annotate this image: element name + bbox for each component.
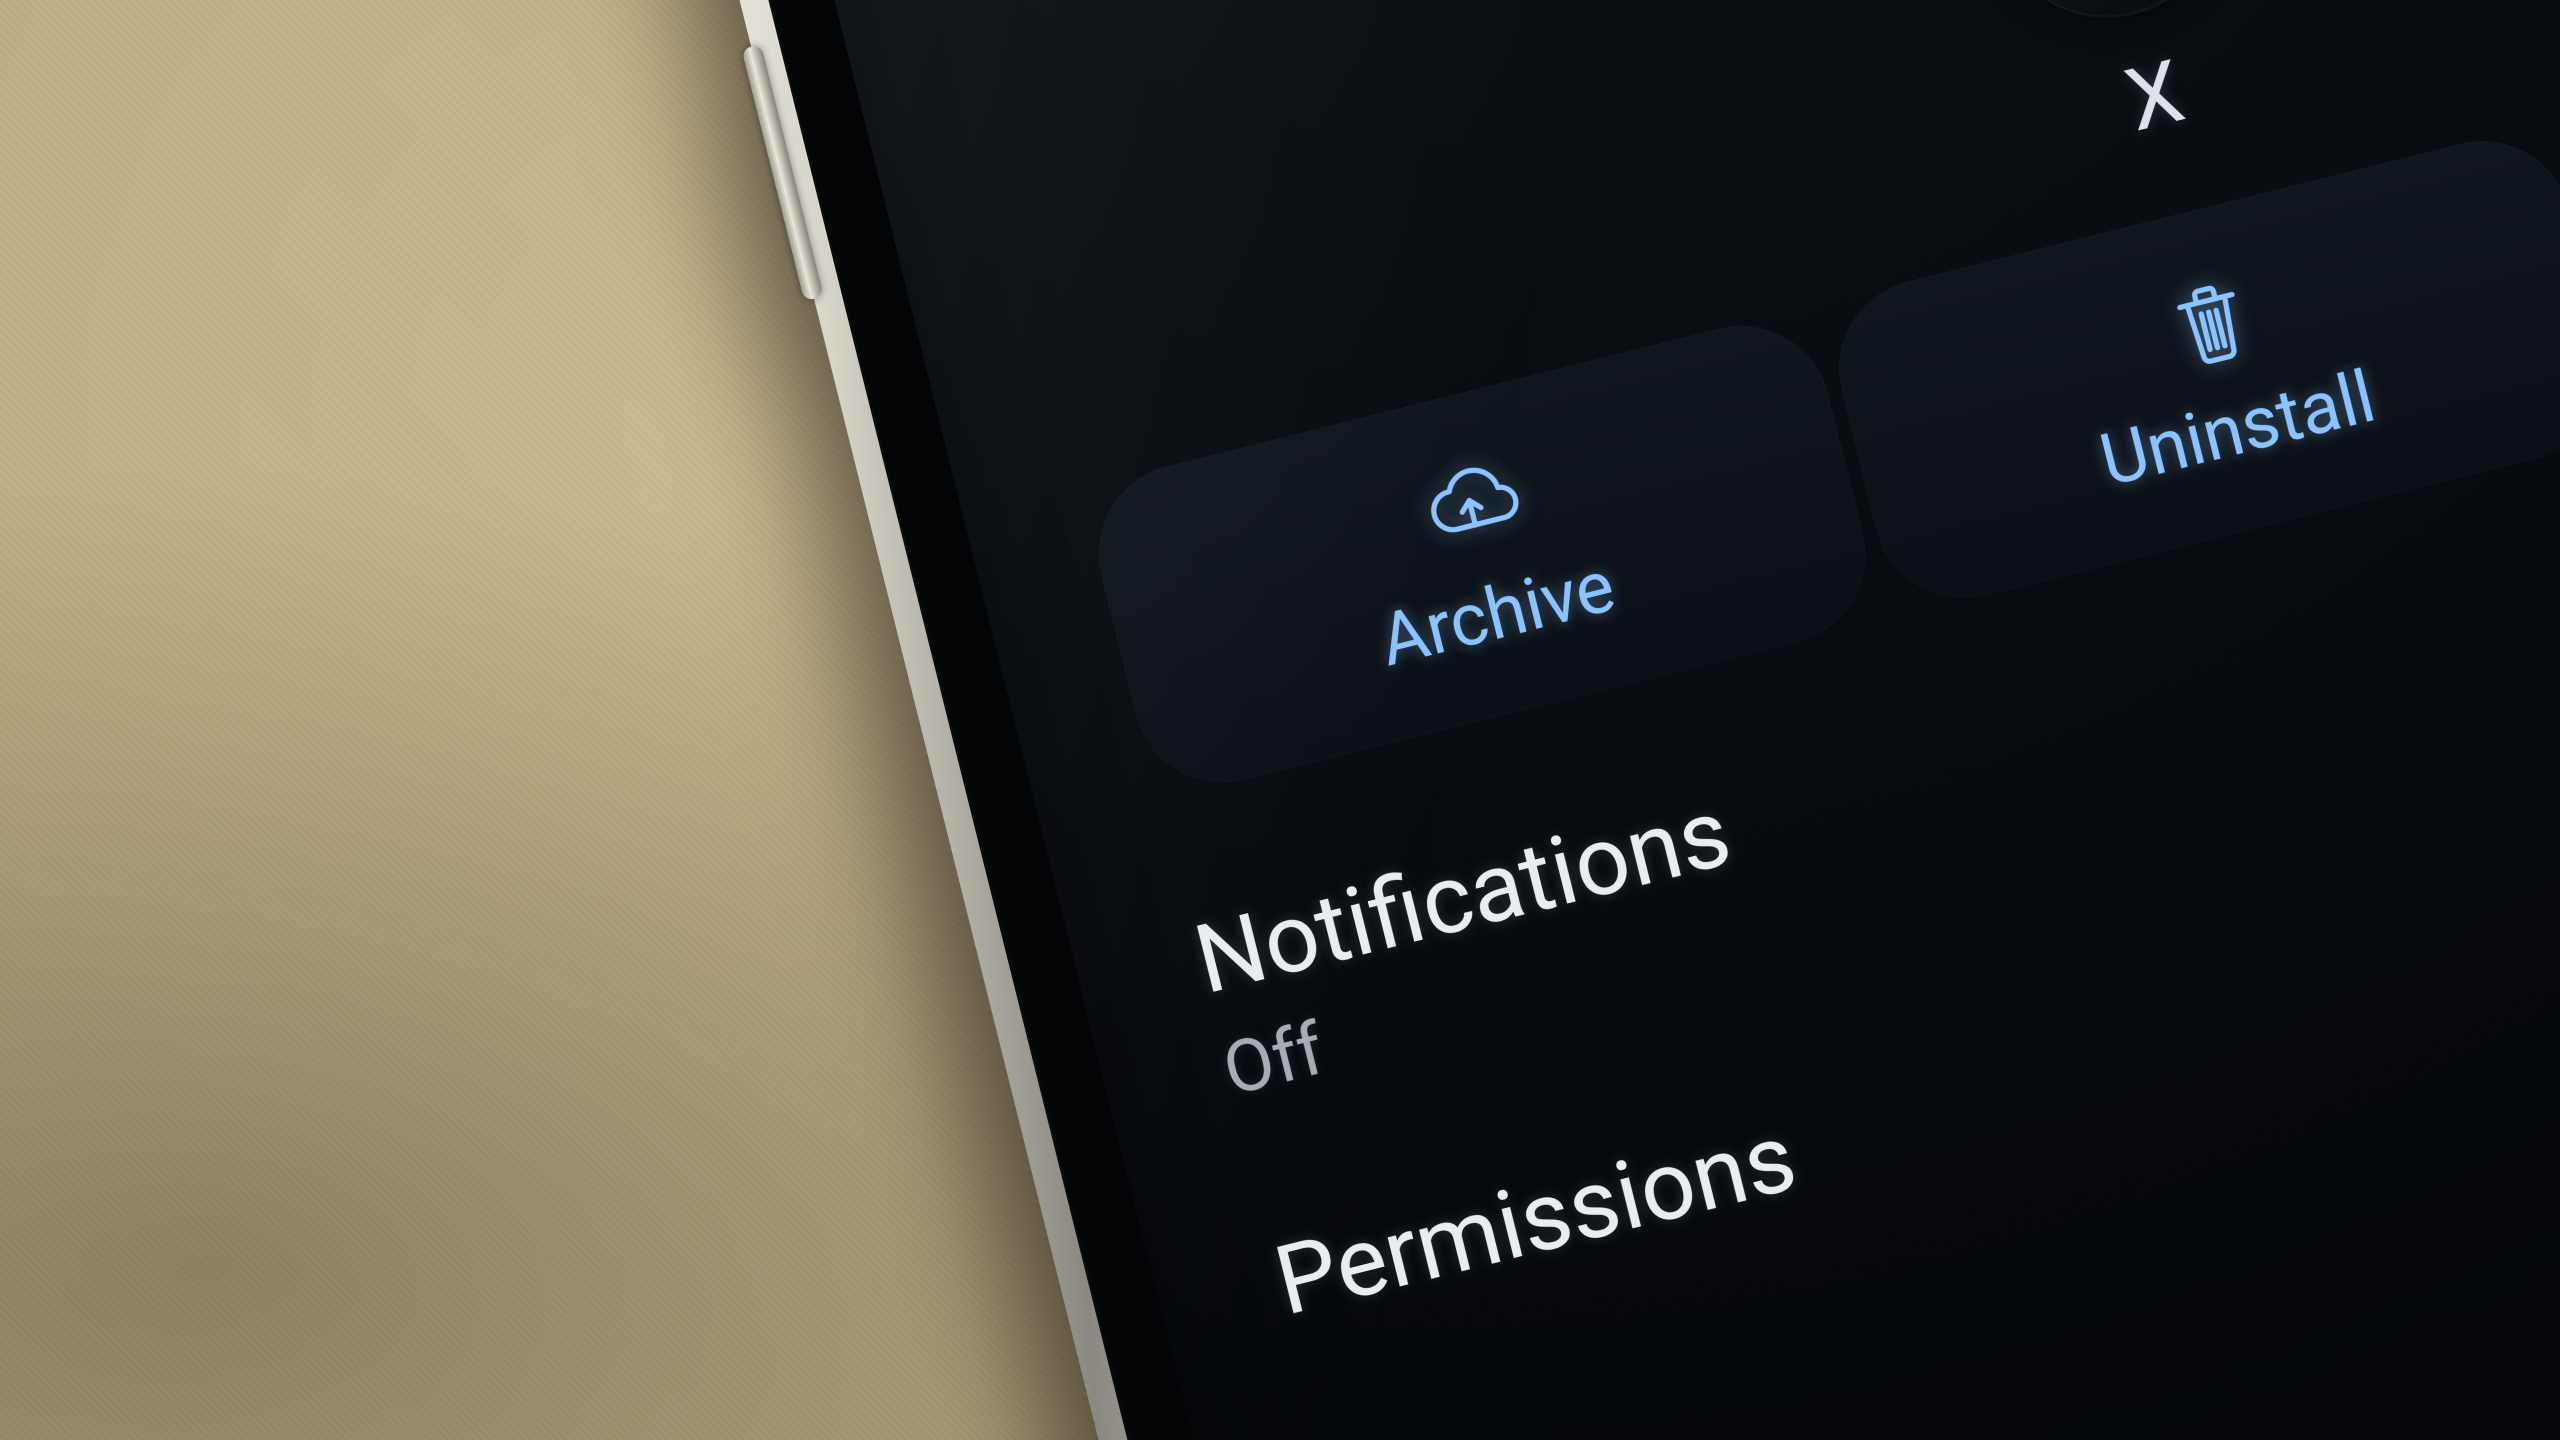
trash-icon bbox=[2153, 263, 2269, 379]
uninstall-label: Uninstall bbox=[2092, 354, 2383, 504]
android-app-info-screen[interactable]: App info X bbox=[672, 0, 2560, 1440]
archive-label: Archive bbox=[1371, 543, 1623, 683]
app-name-label: X bbox=[2116, 40, 2193, 151]
phone: App info X bbox=[560, 0, 2560, 1440]
cloud-upload-icon bbox=[1412, 448, 1528, 564]
phone-bezel: App info X bbox=[594, 0, 2560, 1440]
app-icon[interactable] bbox=[1967, 0, 2246, 42]
photo-scene: App info X bbox=[0, 0, 2560, 1440]
